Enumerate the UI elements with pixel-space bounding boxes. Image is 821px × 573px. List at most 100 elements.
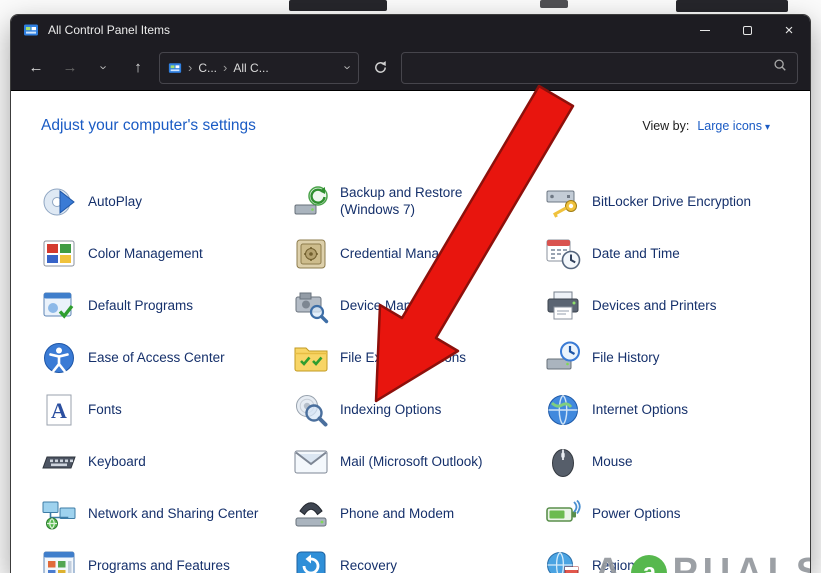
breadcrumb-control-panel[interactable]: C... xyxy=(198,61,217,75)
control-panel-item[interactable]: Mail (Microsoft Outlook) xyxy=(293,439,545,485)
indexing-options-icon xyxy=(293,392,329,428)
control-panel-item-label[interactable]: BitLocker Drive Encryption xyxy=(592,194,751,211)
mouse-icon xyxy=(545,444,581,480)
bitlocker-icon xyxy=(545,184,581,220)
region-icon xyxy=(545,548,581,573)
control-panel-item-label[interactable]: Credential Manager xyxy=(340,246,459,263)
view-by-control: View by: Large icons▾ xyxy=(642,119,770,133)
network-sharing-icon xyxy=(41,496,77,532)
file-history-icon xyxy=(545,340,581,376)
background-text-fragment xyxy=(540,0,568,8)
control-panel-item[interactable]: Color Management xyxy=(41,231,293,277)
file-explorer-options-icon xyxy=(293,340,329,376)
control-panel-item[interactable]: Credential Manager xyxy=(293,231,545,277)
control-panel-item-label[interactable]: Default Programs xyxy=(88,298,193,315)
caret-down-icon: ▾ xyxy=(765,122,770,133)
control-panel-item-label[interactable]: Power Options xyxy=(592,506,681,523)
window-controls: × xyxy=(684,15,810,45)
control-panel-item[interactable]: Devices and Printers xyxy=(545,283,797,329)
control-panel-item-label[interactable]: Backup and Restore (Windows 7) xyxy=(340,185,512,219)
minimize-button[interactable] xyxy=(684,15,726,45)
control-panel-item-label[interactable]: Devices and Printers xyxy=(592,298,717,315)
control-panel-item-label[interactable]: Programs and Features xyxy=(88,558,230,573)
control-panel-item[interactable]: Network and Sharing Center xyxy=(41,491,293,537)
up-button[interactable]: ↑ xyxy=(125,59,151,76)
control-panel-item[interactable]: Internet Options xyxy=(545,387,797,433)
control-panel-item[interactable]: Keyboard xyxy=(41,439,293,485)
control-panel-item-label[interactable]: Fonts xyxy=(88,402,122,419)
view-by-value: Large icons xyxy=(697,119,762,133)
control-panel-item-label[interactable]: Ease of Access Center xyxy=(88,350,225,367)
credential-manager-icon xyxy=(293,236,329,272)
control-panel-item[interactable]: Indexing Options xyxy=(293,387,545,433)
control-panel-item[interactable]: Date and Time xyxy=(545,231,797,277)
control-panel-item-label[interactable]: Color Management xyxy=(88,246,203,263)
control-panel-item[interactable]: Device Manager xyxy=(293,283,545,329)
recovery-icon xyxy=(293,548,329,573)
default-programs-icon xyxy=(41,288,77,324)
breadcrumb-separator-icon: › xyxy=(223,60,227,75)
control-panel-item-label[interactable]: Internet Options xyxy=(592,402,688,419)
refresh-icon xyxy=(373,60,388,75)
control-panel-icon xyxy=(168,61,182,75)
maximize-icon xyxy=(743,26,752,35)
control-panel-item[interactable]: A Fonts xyxy=(41,387,293,433)
forward-button[interactable]: → xyxy=(57,59,83,76)
control-panel-item[interactable]: Power Options xyxy=(545,491,797,537)
mail-icon xyxy=(293,444,329,480)
control-panel-item-label[interactable]: Mouse xyxy=(592,454,633,471)
control-panel-item[interactable]: File Explorer Options xyxy=(293,335,545,381)
control-panel-item[interactable]: BitLocker Drive Encryption xyxy=(545,179,797,225)
address-dropdown-icon[interactable]: › xyxy=(340,65,355,69)
devices-printers-icon xyxy=(545,288,581,324)
control-panel-item[interactable]: Backup and Restore (Windows 7) xyxy=(293,179,545,225)
control-panel-item[interactable]: Ease of Access Center xyxy=(41,335,293,381)
maximize-button[interactable] xyxy=(726,15,768,45)
control-panel-item-label[interactable]: File Explorer Options xyxy=(340,350,466,367)
address-bar[interactable]: › C... › All C... › xyxy=(159,52,359,84)
date-time-icon xyxy=(545,236,581,272)
fonts-icon: A xyxy=(41,392,77,428)
window-title: All Control Panel Items xyxy=(48,23,170,37)
control-panel-item[interactable]: Default Programs xyxy=(41,283,293,329)
control-panel-item-label[interactable]: Date and Time xyxy=(592,246,680,263)
control-panel-item-label[interactable]: Device Manager xyxy=(340,298,438,315)
autoplay-icon xyxy=(41,184,77,220)
navigation-bar: ← → › ↑ › C... › All C... › xyxy=(11,45,810,91)
close-button[interactable]: × xyxy=(768,15,810,45)
control-panel-item-label[interactable]: File History xyxy=(592,350,660,367)
power-options-icon xyxy=(545,496,581,532)
ease-of-access-icon xyxy=(41,340,77,376)
control-panel-item[interactable]: Programs and Features xyxy=(41,543,293,573)
control-panel-item-label[interactable]: Keyboard xyxy=(88,454,146,471)
control-panel-grid: AutoPlay Backup and Restore (Windows 7) Bi… xyxy=(41,179,810,573)
search-box[interactable] xyxy=(401,52,798,84)
control-panel-item-label[interactable]: Recovery xyxy=(340,558,397,573)
control-panel-item[interactable]: Phone and Modem xyxy=(293,491,545,537)
control-panel-item-label[interactable]: AutoPlay xyxy=(88,194,142,211)
breadcrumb-all-items[interactable]: All C... xyxy=(233,61,268,75)
control-panel-window: All Control Panel Items × ← → › ↑ › C...… xyxy=(10,14,811,573)
control-panel-item-label[interactable]: Indexing Options xyxy=(340,402,441,419)
control-panel-item[interactable]: AutoPlay xyxy=(41,179,293,225)
control-panel-item-label[interactable]: Mail (Microsoft Outlook) xyxy=(340,454,483,471)
breadcrumb-separator-icon: › xyxy=(188,60,192,75)
control-panel-item[interactable]: Recovery xyxy=(293,543,545,573)
internet-options-icon xyxy=(545,392,581,428)
search-input[interactable] xyxy=(412,61,765,75)
watermark-text: A xyxy=(594,551,626,573)
recent-pages-dropdown[interactable]: › xyxy=(91,59,117,76)
svg-text:A: A xyxy=(51,398,67,423)
view-by-dropdown[interactable]: Large icons▾ xyxy=(697,119,770,133)
content-area: Adjust your computer's settings View by:… xyxy=(11,91,810,573)
close-icon: × xyxy=(785,23,794,38)
control-panel-item-label[interactable]: Phone and Modem xyxy=(340,506,454,523)
titlebar[interactable]: All Control Panel Items × xyxy=(11,15,810,45)
refresh-button[interactable] xyxy=(367,60,393,75)
minimize-icon xyxy=(700,30,710,31)
control-panel-item[interactable]: Mouse xyxy=(545,439,797,485)
control-panel-item[interactable]: File History xyxy=(545,335,797,381)
chevron-down-icon: › xyxy=(97,65,112,69)
control-panel-item-label[interactable]: Network and Sharing Center xyxy=(88,506,258,523)
back-button[interactable]: ← xyxy=(23,59,49,76)
